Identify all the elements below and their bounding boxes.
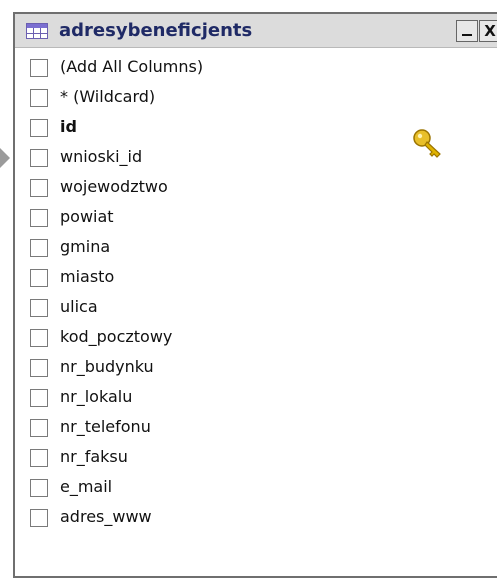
minimize-icon (462, 34, 472, 36)
column-row[interactable]: ulica (15, 294, 475, 324)
key-icon (413, 129, 441, 158)
column-checkbox[interactable] (30, 419, 48, 437)
column-checkbox[interactable] (30, 179, 48, 197)
column-row[interactable]: nr_budynku (15, 354, 475, 384)
column-checkbox[interactable] (30, 299, 48, 317)
table-title: adresybeneficjents (59, 20, 253, 41)
column-label: (Add All Columns) (60, 57, 204, 76)
column-checkbox[interactable] (30, 89, 48, 107)
pin-arrow-icon (0, 148, 10, 168)
column-row[interactable]: gmina (15, 234, 475, 264)
column-checkbox[interactable] (30, 239, 48, 257)
column-label: nr_budynku (60, 357, 154, 376)
column-row[interactable]: (Add All Columns) (15, 54, 475, 84)
column-checkbox[interactable] (30, 269, 48, 287)
query-designer-stage: adresybeneficjents X (Add All Columns) *… (0, 0, 497, 579)
column-label: wnioski_id (60, 147, 143, 166)
column-row[interactable]: powiat (15, 204, 475, 234)
column-checkbox[interactable] (30, 389, 48, 407)
column-label: nr_lokalu (60, 387, 133, 406)
column-label: powiat (60, 207, 114, 226)
column-label: wojewodztwo (60, 177, 168, 196)
column-label: nr_faksu (60, 447, 128, 466)
column-label: miasto (60, 267, 115, 286)
column-checkbox[interactable] (30, 479, 48, 497)
column-row[interactable]: nr_lokalu (15, 384, 475, 414)
column-checkbox[interactable] (30, 329, 48, 347)
minimize-button[interactable] (456, 20, 478, 42)
column-row[interactable]: nr_telefonu (15, 414, 475, 444)
column-label: nr_telefonu (60, 417, 151, 436)
column-label: * (Wildcard) (60, 87, 156, 106)
column-label: adres_www (60, 507, 152, 526)
column-row[interactable]: e_mail (15, 474, 475, 504)
column-row[interactable]: nr_faksu (15, 444, 475, 474)
column-row[interactable]: adres_www (15, 504, 475, 534)
column-row[interactable]: * (Wildcard) (15, 84, 475, 114)
column-label: e_mail (60, 477, 113, 496)
close-button[interactable]: X (479, 20, 497, 42)
column-row[interactable]: kod_pocztowy (15, 324, 475, 354)
column-checkbox[interactable] (30, 209, 48, 227)
column-row[interactable]: miasto (15, 264, 475, 294)
column-row[interactable]: id (15, 114, 475, 144)
column-row[interactable]: wojewodztwo (15, 174, 475, 204)
table-panel[interactable]: adresybeneficjents X (Add All Columns) *… (13, 12, 497, 578)
column-checkbox[interactable] (30, 359, 48, 377)
column-row[interactable]: wnioski_id (15, 144, 475, 174)
column-checkbox[interactable] (30, 449, 48, 467)
column-label: ulica (60, 297, 98, 316)
column-checkbox[interactable] (30, 59, 48, 77)
column-label: kod_pocztowy (60, 327, 173, 346)
column-checkbox[interactable] (30, 509, 48, 527)
column-label: id (60, 117, 77, 136)
column-checkbox[interactable] (30, 149, 48, 167)
column-checkbox[interactable] (30, 119, 48, 137)
table-titlebar[interactable]: adresybeneficjents X (15, 14, 497, 48)
table-icon (26, 23, 48, 39)
column-label: gmina (60, 237, 111, 256)
